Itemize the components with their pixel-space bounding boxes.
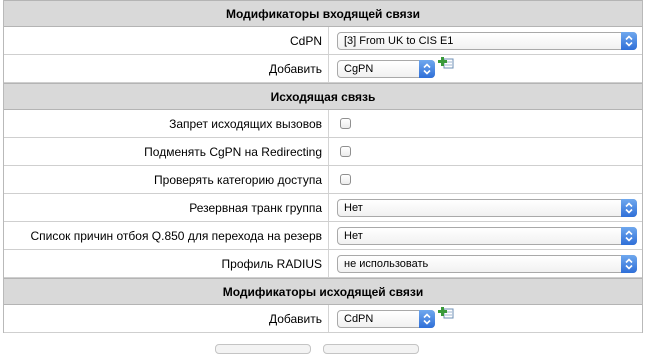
outgoing-add-select[interactable]: CdPN <box>337 309 435 328</box>
radius-select-value: не использовать <box>344 257 429 270</box>
incoming-add-label: Добавить <box>4 55 329 82</box>
backup-trunk-label: Резервная транк группа <box>4 194 329 221</box>
settings-form: Модификаторы входящей связи CdPN [3] Fro… <box>3 0 643 333</box>
chevron-updown-icon <box>419 309 435 328</box>
block-outgoing-checkbox[interactable] <box>340 118 351 129</box>
backup-trunk-select-value: Нет <box>344 201 363 214</box>
incoming-modifiers-header: Модификаторы входящей связи <box>4 0 642 27</box>
check-access-checkbox[interactable] <box>340 174 351 185</box>
q850-select-value: Нет <box>344 229 363 242</box>
outgoing-add-select-value: CdPN <box>344 312 374 325</box>
action-button-right[interactable] <box>323 344 419 354</box>
incoming-add-row: Добавить CgPN <box>4 55 642 83</box>
chevron-updown-icon <box>621 31 637 50</box>
replace-cgpn-label: Подменять CgPN на Redirecting <box>4 138 329 165</box>
outgoing-modifiers-header: Модификаторы исходящей связи <box>4 278 642 305</box>
cdpn-select[interactable]: [3] From UK to CIS E1 <box>337 31 637 50</box>
chevron-updown-icon <box>621 254 637 273</box>
backup-trunk-row: Резервная транк группа Нет <box>4 194 642 222</box>
block-outgoing-label: Запрет исходящих вызовов <box>4 110 329 137</box>
replace-cgpn-checkbox[interactable] <box>340 146 351 157</box>
cdpn-select-value: [3] From UK to CIS E1 <box>344 34 454 47</box>
add-plus-icon[interactable] <box>438 306 454 323</box>
chevron-updown-icon <box>419 59 435 78</box>
check-access-label: Проверять категорию доступа <box>4 166 329 193</box>
cdpn-row: CdPN [3] From UK to CIS E1 <box>4 27 642 55</box>
incoming-add-select-value: CgPN <box>344 62 374 75</box>
chevron-updown-icon <box>621 226 637 245</box>
radius-select[interactable]: не использовать <box>337 254 637 273</box>
action-button-left[interactable] <box>215 344 311 354</box>
outgoing-add-row: Добавить CdPN <box>4 305 642 333</box>
add-plus-icon[interactable] <box>438 56 454 73</box>
bottom-buttons <box>215 344 425 354</box>
check-access-row: Проверять категорию доступа <box>4 166 642 194</box>
cdpn-label: CdPN <box>4 27 329 54</box>
q850-row: Список причин отбоя Q.850 для перехода н… <box>4 222 642 250</box>
block-outgoing-row: Запрет исходящих вызовов <box>4 110 642 138</box>
replace-cgpn-row: Подменять CgPN на Redirecting <box>4 138 642 166</box>
radius-row: Профиль RADIUS не использовать <box>4 250 642 278</box>
outgoing-add-label: Добавить <box>4 305 329 332</box>
backup-trunk-select[interactable]: Нет <box>337 198 637 217</box>
incoming-add-select[interactable]: CgPN <box>337 59 435 78</box>
chevron-updown-icon <box>621 198 637 217</box>
q850-select[interactable]: Нет <box>337 226 637 245</box>
outgoing-header: Исходящая связь <box>4 83 642 110</box>
radius-label: Профиль RADIUS <box>4 250 329 277</box>
q850-label: Список причин отбоя Q.850 для перехода н… <box>4 222 329 249</box>
